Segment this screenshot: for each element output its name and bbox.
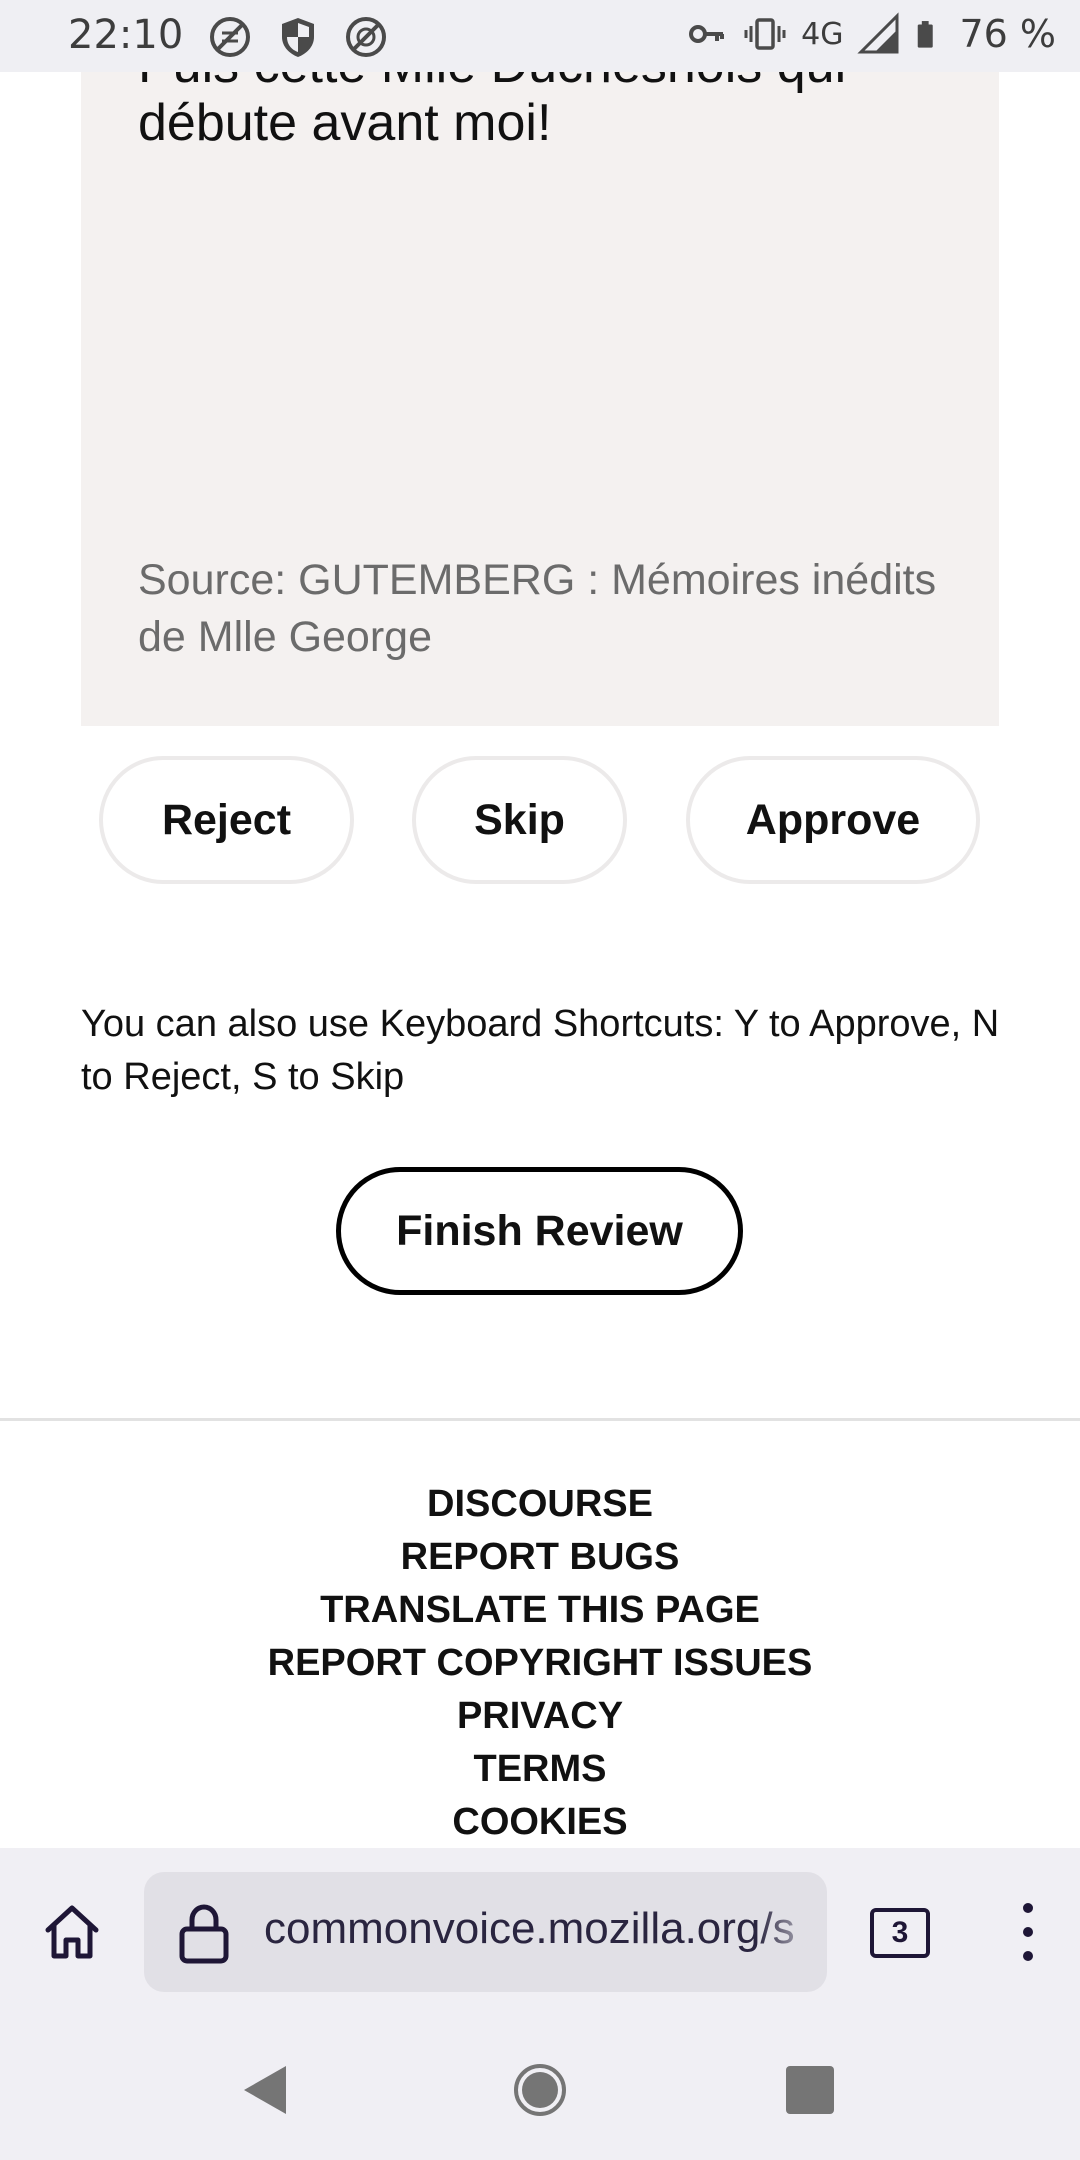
vibrate-icon — [744, 18, 786, 50]
home-icon[interactable] — [40, 1900, 104, 1964]
url-bar[interactable]: commonvoice.mozilla.org/s — [144, 1872, 827, 1992]
status-left-icons — [208, 15, 388, 59]
battery-percent: 76 % — [959, 12, 1056, 56]
back-icon[interactable] — [240, 2062, 290, 2118]
battery-icon — [918, 21, 934, 48]
sentence-source: Source: GUTEMBERG : Mémoires inédits de … — [138, 556, 937, 661]
sentence-card: Puis cette Mlle Duchesnois qui débute av… — [81, 0, 999, 726]
recents-icon[interactable] — [786, 2066, 834, 2114]
status-bar: 22:10 4G 76 % — [0, 0, 1080, 72]
lock-icon — [179, 1904, 229, 1964]
footer-link-privacy[interactable]: PRIVACY — [0, 1690, 1080, 1743]
footer-link-discourse[interactable]: DISCOURSE — [0, 1478, 1080, 1531]
skip-button[interactable]: Skip — [412, 756, 627, 884]
more-menu-icon[interactable] — [1010, 1900, 1046, 1964]
tabs-count-button[interactable]: 3 — [870, 1908, 930, 1958]
home-nav-icon[interactable] — [512, 2062, 568, 2118]
footer-link-translate[interactable]: TRANSLATE THIS PAGE — [0, 1584, 1080, 1637]
url-text: commonvoice.mozilla.org/s — [264, 1904, 795, 1953]
footer-divider — [0, 1418, 1080, 1421]
shield-icon — [282, 18, 314, 57]
status-right: 4G 76 % — [685, 12, 1056, 56]
system-nav-bar — [0, 2026, 1080, 2160]
footer-link-terms[interactable]: TERMS — [0, 1743, 1080, 1796]
status-time: 22:10 — [68, 12, 184, 58]
network-type: 4G — [801, 16, 844, 52]
no-sync-icon — [210, 17, 250, 57]
keyboard-shortcuts-hint: You can also use Keyboard Shortcuts: Y t… — [81, 1003, 1000, 1098]
browser-toolbar: commonvoice.mozilla.org/s 3 — [0, 1848, 1080, 2026]
footer-link-report-bugs[interactable]: REPORT BUGS — [0, 1531, 1080, 1584]
vpn-key-icon — [689, 25, 725, 43]
footer-link-copyright[interactable]: REPORT COPYRIGHT ISSUES — [0, 1637, 1080, 1690]
signal-icon — [857, 12, 899, 54]
approve-button[interactable]: Approve — [686, 756, 980, 884]
finish-review-button[interactable]: Finish Review — [336, 1167, 743, 1295]
footer-links: DISCOURSE REPORT BUGS TRANSLATE THIS PAG… — [0, 1478, 1080, 1849]
sentence-line-2: débute avant moi! — [138, 94, 552, 152]
footer-link-cookies[interactable]: COOKIES — [0, 1796, 1080, 1849]
reject-button[interactable]: Reject — [99, 756, 354, 884]
no-data-icon — [346, 17, 386, 57]
